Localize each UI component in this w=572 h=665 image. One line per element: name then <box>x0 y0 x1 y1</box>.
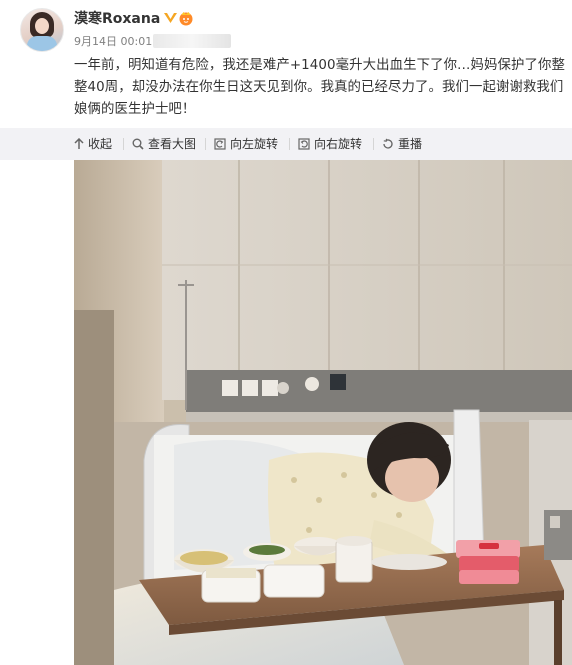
post-text: 一年前，明知道有危险，我还是难产+1400毫升大出血生下了你…妈妈保护了你整整4… <box>74 58 565 117</box>
image-toolbar: 收起 查看大图 向左旋转 向右旋转 重播 <box>0 128 572 160</box>
magnifier-icon <box>132 138 144 150</box>
divider <box>205 138 206 150</box>
divider <box>289 138 290 150</box>
username-link[interactable]: 漠寒Roxana <box>74 10 160 28</box>
replay-label: 重播 <box>398 137 423 151</box>
rotate-left-button[interactable]: 向左旋转 <box>214 136 278 152</box>
post-timestamp[interactable]: 9月14日 00:01 <box>74 35 152 49</box>
view-large-button[interactable]: 查看大图 <box>132 136 196 152</box>
replay-button[interactable]: 重播 <box>382 136 422 152</box>
blurred-source-text <box>153 34 231 48</box>
rotate-right-icon <box>298 138 310 150</box>
vip-crown-icon[interactable] <box>178 10 194 26</box>
post-photo[interactable] <box>74 160 572 665</box>
avatar[interactable] <box>20 8 64 52</box>
divider <box>373 138 374 150</box>
view-large-label: 查看大图 <box>148 137 197 151</box>
collapse-label: 收起 <box>88 137 113 151</box>
collapse-button[interactable]: 收起 <box>74 136 112 152</box>
rotate-left-icon <box>214 138 226 150</box>
rotate-right-label: 向右旋转 <box>314 137 363 151</box>
arrow-up-icon <box>74 138 84 149</box>
replay-icon <box>383 138 393 149</box>
post-header: 漠寒Roxana 9月14日 00:01 一年前，明知道有危险，我还是难产+14… <box>0 0 572 128</box>
rotate-right-button[interactable]: 向右旋转 <box>298 136 362 152</box>
divider <box>123 138 124 150</box>
verified-badge-icon[interactable] <box>163 10 178 25</box>
rotate-left-label: 向左旋转 <box>230 137 279 151</box>
